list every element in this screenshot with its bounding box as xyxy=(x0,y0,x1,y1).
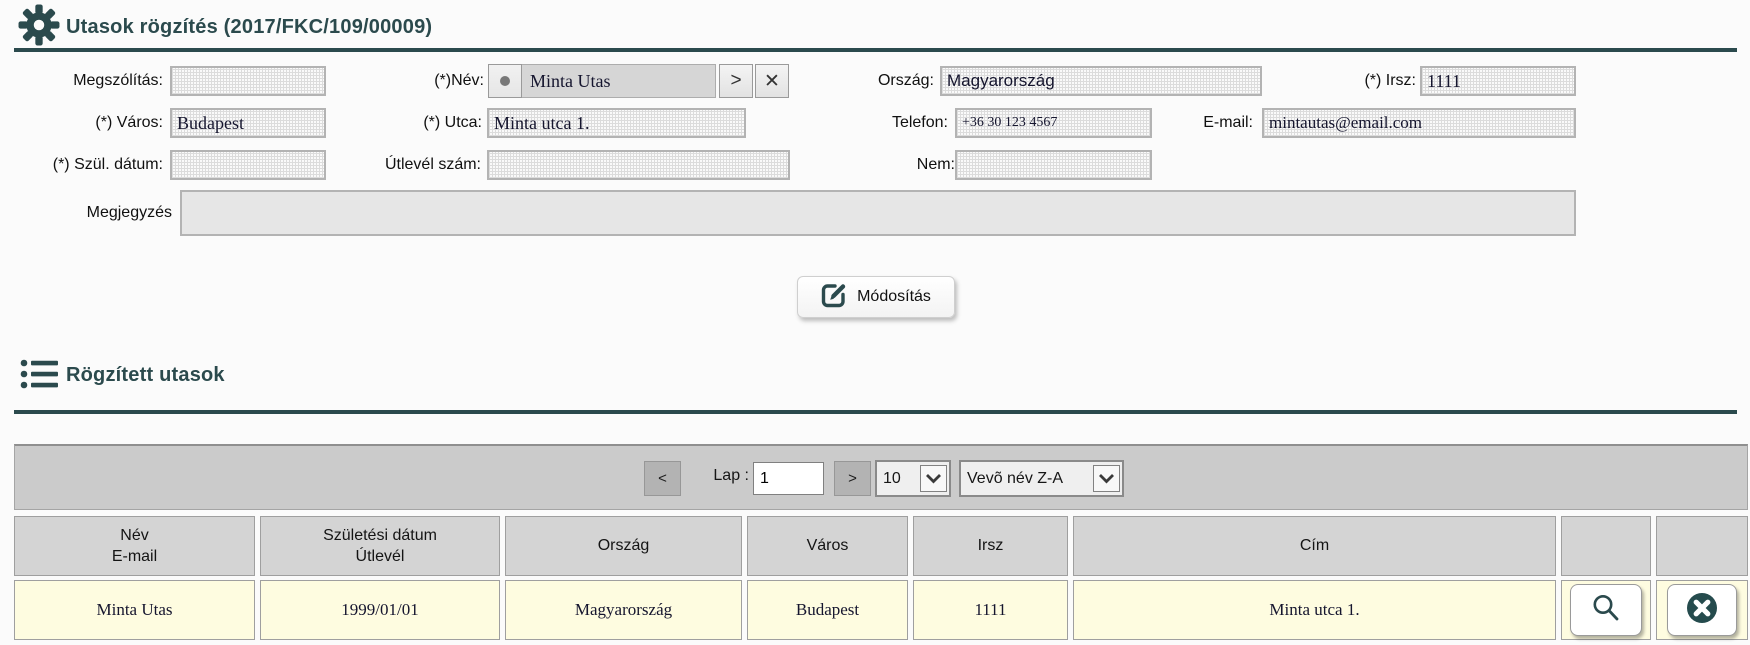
col-header-orszag: Ország xyxy=(505,516,742,576)
nev-label: (*)Név: xyxy=(330,72,484,90)
chevron-down-icon xyxy=(1093,465,1120,492)
utasok-rogzites-screen: Utasok rögzítés (2017/FKC/109/00009) Meg… xyxy=(0,0,1750,645)
col-header-nev-email: NévE-mail xyxy=(14,516,255,576)
section-divider xyxy=(14,48,1737,52)
utlevel-label: Útlevél szám: xyxy=(330,156,481,174)
close-icon: ✕ xyxy=(764,70,780,93)
szul-datum-label: (*) Szül. dátum: xyxy=(14,156,163,174)
col-header-actions-2 xyxy=(1656,516,1748,576)
gear-icon xyxy=(18,4,60,51)
page-size-value: 10 xyxy=(877,470,918,488)
edit-icon xyxy=(821,281,848,313)
sort-select[interactable]: Vevõ név Z-A xyxy=(959,460,1124,497)
dot-icon xyxy=(500,76,510,86)
cell-szuletesi: 1999/01/01 xyxy=(260,580,500,640)
page-title: Utasok rögzítés (2017/FKC/109/00009) xyxy=(66,16,432,39)
megjegyzes-label: Megjegyzés xyxy=(14,204,172,222)
nev-field-group: Minta Utas > ✕ xyxy=(488,64,789,98)
table-header-row: NévE-mail Születési dátumÚtlevél Ország … xyxy=(14,516,1748,576)
varos-label: (*) Város: xyxy=(14,114,163,132)
list-icon xyxy=(20,357,58,396)
col-header-irsz: Irsz xyxy=(913,516,1068,576)
page-label: Lap : xyxy=(670,467,749,485)
modositas-button-label: Módosítás xyxy=(857,288,931,306)
megszolitas-label: Megszólítás: xyxy=(14,72,163,90)
next-page-button[interactable]: > xyxy=(834,461,871,496)
megjegyzes-field[interactable] xyxy=(180,190,1576,236)
cell-nev: Minta Utas xyxy=(14,580,255,640)
col-header-varos: Város xyxy=(747,516,908,576)
cell-cim: Minta utca 1. xyxy=(1073,580,1556,640)
cell-view-action xyxy=(1561,580,1651,640)
list-section-title: Rögzített utasok xyxy=(66,364,225,387)
chevron-down-icon xyxy=(920,465,947,492)
chevron-right-icon: > xyxy=(730,70,741,92)
varos-field[interactable] xyxy=(170,108,326,138)
telefon-label: Telefon: xyxy=(794,114,948,132)
col-header-szuletesi-utlevel: Születési dátumÚtlevél xyxy=(260,516,500,576)
page-size-select[interactable]: 10 xyxy=(875,460,951,497)
cell-delete-action xyxy=(1656,580,1748,640)
page-number-input[interactable] xyxy=(753,462,824,495)
orszag-label: Ország: xyxy=(780,72,934,90)
modositas-button[interactable]: Módosítás xyxy=(797,276,955,318)
search-icon xyxy=(1589,591,1623,630)
pagination-bar: < Lap : > 10 Vevõ név Z-A xyxy=(14,444,1748,510)
col-header-actions-1 xyxy=(1561,516,1651,576)
view-row-button[interactable] xyxy=(1570,584,1642,636)
cell-orszag: Magyarország xyxy=(505,580,742,640)
delete-row-button[interactable] xyxy=(1667,584,1737,636)
megszolitas-field[interactable] xyxy=(170,66,326,96)
nev-lookup-button[interactable]: > xyxy=(719,64,753,98)
email-label: E-mail: xyxy=(1100,114,1253,132)
szul-datum-field[interactable] xyxy=(170,150,326,180)
table-row: Minta Utas 1999/01/01 Magyarország Budap… xyxy=(14,580,1748,640)
nem-label: Nem: xyxy=(800,156,955,174)
close-circle-icon xyxy=(1684,590,1720,631)
cell-irsz: 1111 xyxy=(913,580,1068,640)
nev-field[interactable]: Minta Utas xyxy=(522,64,716,98)
irsz-field[interactable] xyxy=(1420,66,1576,96)
nem-field[interactable] xyxy=(955,150,1152,180)
irsz-label: (*) Irsz: xyxy=(1262,72,1416,90)
email-field[interactable] xyxy=(1262,108,1576,138)
cell-varos: Budapest xyxy=(747,580,908,640)
col-header-cim: Cím xyxy=(1073,516,1556,576)
utlevel-field[interactable] xyxy=(487,150,790,180)
utca-label: (*) Utca: xyxy=(330,114,482,132)
orszag-field[interactable] xyxy=(940,66,1262,96)
utca-field[interactable] xyxy=(487,108,746,138)
nev-radio-button[interactable] xyxy=(488,64,522,98)
sort-value: Vevõ név Z-A xyxy=(961,470,1091,488)
section-divider-2 xyxy=(14,410,1737,414)
